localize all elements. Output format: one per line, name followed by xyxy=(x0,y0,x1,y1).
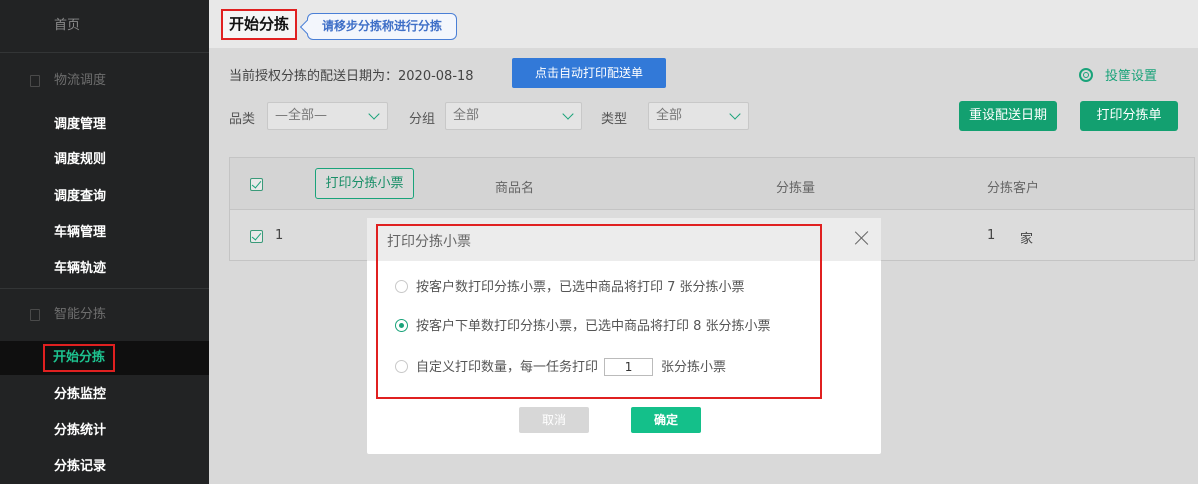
option-suffix: 张分拣小票 xyxy=(661,360,727,375)
basket-settings-label: 投筐设置 xyxy=(1105,69,1158,84)
sidebar-item-vehicle-track[interactable]: 车辆轨迹 xyxy=(0,252,209,286)
sidebar-group-logistics[interactable]: 物流调度 xyxy=(0,64,209,98)
option-label: 自定义打印数量，每一任务打印 xyxy=(416,360,599,375)
group-label: 分组 xyxy=(409,112,436,127)
custom-quantity-input[interactable]: 1 xyxy=(604,358,654,376)
option-by-order[interactable]: 按客户下单数打印分拣小票，已选中商品将打印 8 张分拣小票 xyxy=(395,318,771,336)
sidebar-item-dispatch-rules[interactable]: 调度规则 xyxy=(0,143,209,177)
row-checkbox[interactable] xyxy=(250,230,263,243)
print-sorting-list-button[interactable]: 打印分拣单 xyxy=(1080,101,1178,131)
page-title: 开始分拣 xyxy=(221,9,298,40)
document-icon xyxy=(30,309,40,321)
close-icon[interactable] xyxy=(854,230,870,246)
type-select[interactable]: 全部 xyxy=(648,102,749,130)
group-select[interactable]: 全部 xyxy=(445,102,582,130)
sidebar-group-label: 智能分拣 xyxy=(54,307,107,322)
delivery-date-text: 当前授权分拣的配送日期为：2020-08-18 xyxy=(229,69,474,84)
hint-badge: 请移步分拣称进行分拣 xyxy=(307,13,458,40)
sidebar-group-smart-sorting[interactable]: 智能分拣 xyxy=(0,298,209,332)
row-index: 1 xyxy=(275,228,284,243)
sidebar-item-sorting-stats[interactable]: 分拣统计 xyxy=(0,414,209,448)
sidebar-item-start-sorting[interactable]: 开始分拣 xyxy=(0,341,209,375)
auto-print-button[interactable]: 点击自动打印配送单 xyxy=(512,58,666,88)
print-ticket-dialog: 打印分拣小票 按客户数打印分拣小票，已选中商品将打印 7 张分拣小票 按客户下单… xyxy=(367,218,881,454)
sidebar-item-sorting-monitor[interactable]: 分拣监控 xyxy=(0,378,209,412)
option-label: 按客户数打印分拣小票，已选中商品将打印 7 张分拣小票 xyxy=(416,280,745,295)
confirm-button[interactable]: 确定 xyxy=(631,407,701,433)
cancel-button[interactable]: 取消 xyxy=(519,407,589,433)
option-custom[interactable]: 自定义打印数量，每一任务打印 1 张分拣小票 xyxy=(395,358,726,376)
option-label: 按客户下单数打印分拣小票，已选中商品将打印 8 张分拣小票 xyxy=(416,319,771,334)
radio-button[interactable] xyxy=(395,280,408,293)
group-select-value: 全部 xyxy=(453,108,480,123)
reset-delivery-date-button[interactable]: 重设配送日期 xyxy=(959,101,1057,131)
radio-button[interactable] xyxy=(395,360,408,373)
row-customer-count: 1 xyxy=(987,228,996,243)
select-all-checkbox[interactable] xyxy=(250,178,263,191)
table-header: 打印分拣小票 商品名 分拣量 分拣客户 xyxy=(230,158,1194,210)
page-header: 开始分拣 请移步分拣称进行分拣 xyxy=(209,0,1198,48)
sidebar: 首页 物流调度 调度管理 调度规则 调度查询 车辆管理 车辆轨迹 智能分拣 开始… xyxy=(0,0,209,484)
sidebar-item-home[interactable]: 首页 xyxy=(0,9,209,43)
sidebar-item-dispatch-query[interactable]: 调度查询 xyxy=(0,180,209,214)
sidebar-item-dispatch-management[interactable]: 调度管理 xyxy=(0,108,209,142)
chevron-down-icon xyxy=(729,108,741,120)
sidebar-divider xyxy=(0,288,209,289)
chevron-down-icon xyxy=(562,108,574,120)
print-ticket-button[interactable]: 打印分拣小票 xyxy=(315,168,414,199)
column-header-quantity: 分拣量 xyxy=(776,181,816,196)
chevron-down-icon xyxy=(368,108,380,120)
category-label: 品类 xyxy=(229,112,256,127)
radio-button-selected[interactable] xyxy=(395,319,408,332)
gear-icon xyxy=(1079,68,1093,82)
category-select-value: —全部— xyxy=(275,108,328,123)
column-header-product: 商品名 xyxy=(495,181,535,196)
column-header-customer: 分拣客户 xyxy=(987,181,1040,196)
sidebar-group-label: 物流调度 xyxy=(54,73,107,88)
row-customer-unit: 家 xyxy=(1020,232,1034,247)
type-label: 类型 xyxy=(601,112,628,127)
type-select-value: 全部 xyxy=(656,108,683,123)
basket-settings-link[interactable]: 投筐设置 xyxy=(1079,65,1157,84)
sidebar-item-sorting-records[interactable]: 分拣记录 xyxy=(0,450,209,484)
sidebar-divider xyxy=(0,52,209,53)
sidebar-item-label: 开始分拣 xyxy=(43,344,116,372)
category-select[interactable]: —全部— xyxy=(267,102,388,130)
option-by-customer[interactable]: 按客户数打印分拣小票，已选中商品将打印 7 张分拣小票 xyxy=(395,279,745,297)
sidebar-item-vehicle-management[interactable]: 车辆管理 xyxy=(0,216,209,250)
document-icon xyxy=(30,75,40,87)
